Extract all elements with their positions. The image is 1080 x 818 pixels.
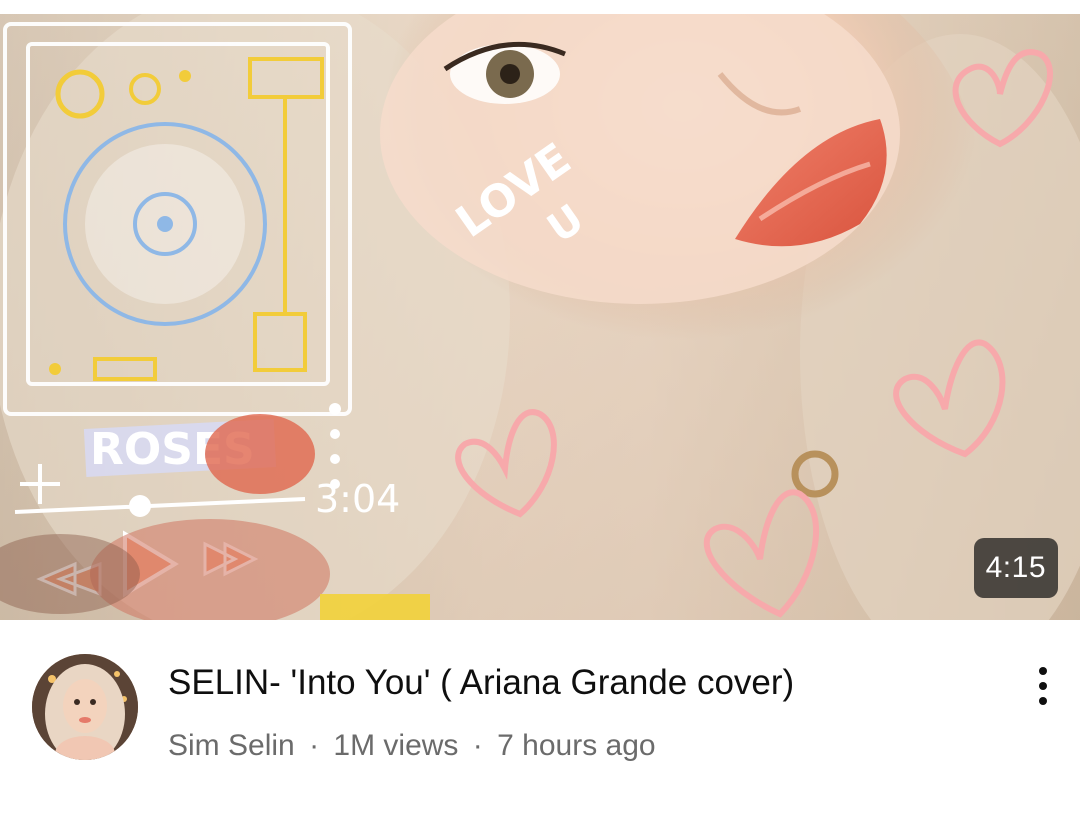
- video-meta: SELIN- 'Into You' ( Ariana Grande cover)…: [0, 620, 1080, 818]
- menu-dot: [1039, 697, 1047, 705]
- avatar-image: [32, 654, 138, 760]
- vertical-ellipsis-icon[interactable]: [1022, 660, 1064, 712]
- video-card[interactable]: LOVE U ROSES 3:04 4:15 SELIN- 'Into You'…: [0, 0, 1080, 818]
- channel-name[interactable]: Sim Selin: [168, 729, 295, 762]
- video-subline: Sim Selin · 1M views · 7 hours ago: [168, 728, 656, 764]
- upload-age: 7 hours ago: [497, 729, 656, 762]
- duration-badge: 4:15: [973, 538, 1058, 598]
- channel-avatar[interactable]: [32, 654, 138, 760]
- menu-dot: [1039, 682, 1047, 690]
- thumbnail-artwork: LOVE U ROSES 3:04: [0, 14, 1080, 620]
- menu-dot: [1039, 667, 1047, 675]
- player-time: 3:04: [315, 477, 400, 521]
- video-title[interactable]: SELIN- 'Into You' ( Ariana Grande cover): [168, 662, 988, 704]
- separator: ·: [472, 729, 483, 762]
- separator: ·: [309, 729, 320, 762]
- view-count: 1M views: [333, 729, 459, 762]
- video-thumbnail[interactable]: LOVE U ROSES 3:04 4:15: [0, 14, 1080, 620]
